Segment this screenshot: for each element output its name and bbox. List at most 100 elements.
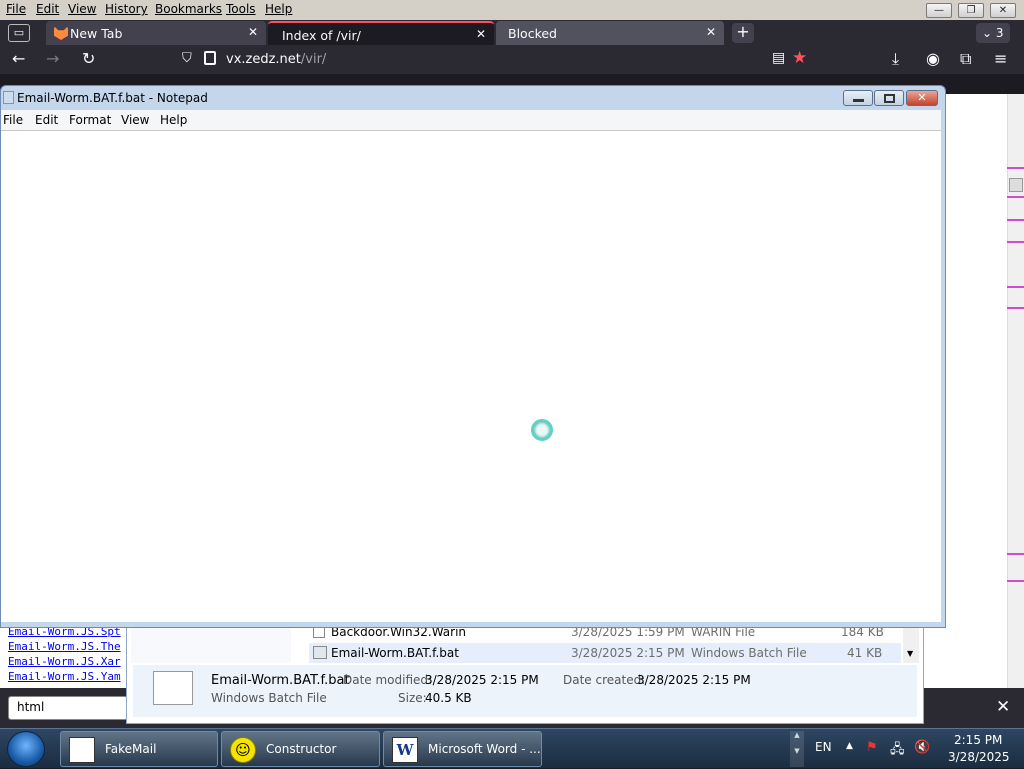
extensions-icon[interactable]: ⧉ — [960, 49, 971, 69]
reader-view-icon[interactable]: ▤ — [772, 50, 785, 66]
minimize-button[interactable]: — — [926, 3, 952, 18]
new-tab-button[interactable]: + — [732, 23, 754, 43]
details-created: 3/28/2025 2:15 PM — [637, 673, 751, 687]
busy-cursor-icon — [531, 419, 553, 441]
tab-blocked[interactable]: Blocked ✕ — [496, 21, 724, 45]
menu-help[interactable]: Help — [265, 2, 292, 16]
scroll-marker — [1007, 307, 1024, 309]
lock-icon[interactable] — [204, 51, 216, 65]
word-icon: W — [392, 737, 418, 763]
file-name: Email-Worm.BAT.f.bat — [331, 646, 459, 660]
back-arrow-icon[interactable]: ← — [12, 49, 25, 68]
page-link[interactable]: Email-Worm.JS.The — [8, 640, 121, 653]
tab-label: Index of /vir/ — [282, 28, 361, 43]
reload-icon[interactable]: ↻ — [82, 49, 95, 68]
close-tab-icon[interactable]: ✕ — [476, 27, 486, 41]
tab-label: Blocked — [508, 26, 557, 41]
bookmark-star-icon[interactable]: ★ — [792, 48, 807, 68]
notepad-menu-file[interactable]: File — [3, 113, 23, 127]
language-indicator[interactable]: EN — [815, 740, 832, 754]
clock-date[interactable]: 3/28/2025 — [948, 750, 1010, 764]
notepad-maximize-button[interactable] — [874, 90, 904, 106]
close-tab-icon[interactable]: ✕ — [248, 25, 258, 39]
details-type: Windows Batch File — [211, 691, 327, 705]
notepad-menu-format[interactable]: Format — [69, 113, 111, 127]
scroll-marker — [1007, 167, 1024, 169]
notepad-text-area[interactable] — [1, 130, 941, 622]
details-size: 40.5 KB — [425, 691, 472, 705]
details-modified: 3/28/2025 2:15 PM — [425, 673, 539, 687]
find-input[interactable]: html — [8, 696, 128, 720]
menu-edit[interactable]: Edit — [36, 2, 59, 16]
shield-icon[interactable]: ⛉ — [182, 51, 192, 66]
account-icon[interactable]: ◉ — [926, 49, 940, 68]
taskbar-word[interactable]: W Microsoft Word - ... — [383, 731, 542, 767]
forward-arrow-icon[interactable]: → — [46, 49, 59, 68]
taskbar-constructor[interactable]: ☺ Constructor — [221, 731, 380, 767]
close-icon: ✕ — [917, 91, 927, 104]
details-size-label: Size: — [398, 691, 427, 705]
start-button[interactable] — [7, 731, 45, 767]
menu-tools[interactable]: Tools — [226, 2, 256, 16]
scrollbar-thumb[interactable] — [1009, 178, 1023, 192]
taskbar-label: FakeMail — [105, 742, 157, 756]
action-center-warning-icon[interactable]: ⚑ — [866, 740, 878, 755]
batch-file-large-icon — [153, 671, 193, 705]
tab-overview-icon[interactable]: ▭ — [8, 24, 30, 42]
scroll-marker — [1007, 286, 1024, 288]
hamburger-menu-icon[interactable]: ≡ — [994, 49, 1007, 68]
scroll-marker — [1007, 196, 1024, 198]
list-all-tabs-button[interactable]: ⌄ 3 — [976, 23, 1010, 43]
tab-label: New Tab — [70, 26, 123, 41]
url-domain: vx.zedz.net — [226, 52, 301, 67]
file-size: 41 KB — [847, 646, 883, 660]
menu-file[interactable]: File — [6, 2, 26, 16]
notepad-minimize-button[interactable] — [843, 90, 873, 106]
volume-muted-icon[interactable]: 🔇 — [914, 740, 930, 755]
download-icon[interactable]: ⤓ — [892, 49, 899, 69]
tab-new-tab[interactable]: New Tab ✕ — [46, 21, 266, 45]
notepad-menubar: File Edit Format View Help — [1, 110, 941, 130]
explorer-window: Backdoor.Win32.Warin 3/28/2025 1:59 PM W… — [126, 620, 924, 724]
taskbar-label: Constructor — [266, 742, 337, 756]
close-button[interactable]: ✕ — [990, 3, 1016, 18]
menu-bookmarks[interactable]: Bookmarks — [155, 2, 222, 16]
network-icon[interactable]: 🖧 — [890, 740, 905, 762]
tab-index-vir[interactable]: Index of /vir/ ✕ — [268, 21, 494, 45]
notepad-title: Email-Worm.BAT.f.bat - Notepad — [17, 91, 208, 105]
firefox-icon — [54, 26, 68, 40]
scroll-down-icon[interactable]: ▼ — [907, 649, 913, 658]
details-modified-label: Date modified: — [343, 673, 433, 687]
show-hidden-icons[interactable]: ▲ — [846, 741, 853, 751]
page-scrollbar[interactable] — [1007, 94, 1024, 688]
url-bar[interactable]: ⛉ vx.zedz.net/vir/ ▤ ★ — [176, 48, 816, 72]
navigation-toolbar: ← → ↻ ⛉ vx.zedz.net/vir/ ▤ ★ ⤓ ◉ ⧉ ≡ — [0, 46, 1024, 74]
smiley-icon: ☺ — [230, 737, 256, 763]
notepad-menu-view[interactable]: View — [121, 113, 149, 127]
minimize-icon — [853, 99, 864, 102]
restore-button[interactable]: ❐ — [958, 3, 984, 18]
tab-count: 3 — [995, 26, 1004, 40]
taskbar-fakemail[interactable]: FakeMail — [60, 731, 218, 767]
close-tab-icon[interactable]: ✕ — [706, 25, 716, 39]
page-link[interactable]: Email-Worm.JS.Yam — [8, 670, 121, 683]
menu-view[interactable]: View — [68, 2, 96, 16]
scroll-marker — [1007, 241, 1024, 243]
url-text[interactable]: vx.zedz.net/vir/ — [226, 52, 326, 67]
tab-bar: ▭ New Tab ✕ Index of /vir/ ✕ Blocked ✕ +… — [0, 20, 1024, 46]
menu-history[interactable]: History — [105, 2, 148, 16]
file-type: Windows Batch File — [691, 646, 807, 660]
clock-time[interactable]: 2:15 PM — [954, 733, 1002, 747]
scroll-marker — [1007, 580, 1024, 582]
page-link[interactable]: Email-Worm.JS.Xar — [8, 655, 121, 668]
details-pane: Email-Worm.BAT.f.bat Windows Batch File … — [133, 665, 917, 717]
notepad-menu-help[interactable]: Help — [160, 113, 187, 127]
close-findbar-icon[interactable]: ✕ — [996, 697, 1010, 717]
scroll-marker — [1007, 219, 1024, 221]
url-path: /vir/ — [300, 52, 327, 67]
taskbar: FakeMail ☺ Constructor W Microsoft Word … — [0, 728, 1024, 768]
taskbar-scroll[interactable]: ▲ ▼ — [790, 731, 804, 767]
file-row-selected[interactable]: Email-Worm.BAT.f.bat 3/28/2025 2:15 PM W… — [309, 643, 901, 663]
notepad-menu-edit[interactable]: Edit — [35, 113, 58, 127]
notepad-close-button[interactable]: ✕ — [906, 90, 938, 106]
